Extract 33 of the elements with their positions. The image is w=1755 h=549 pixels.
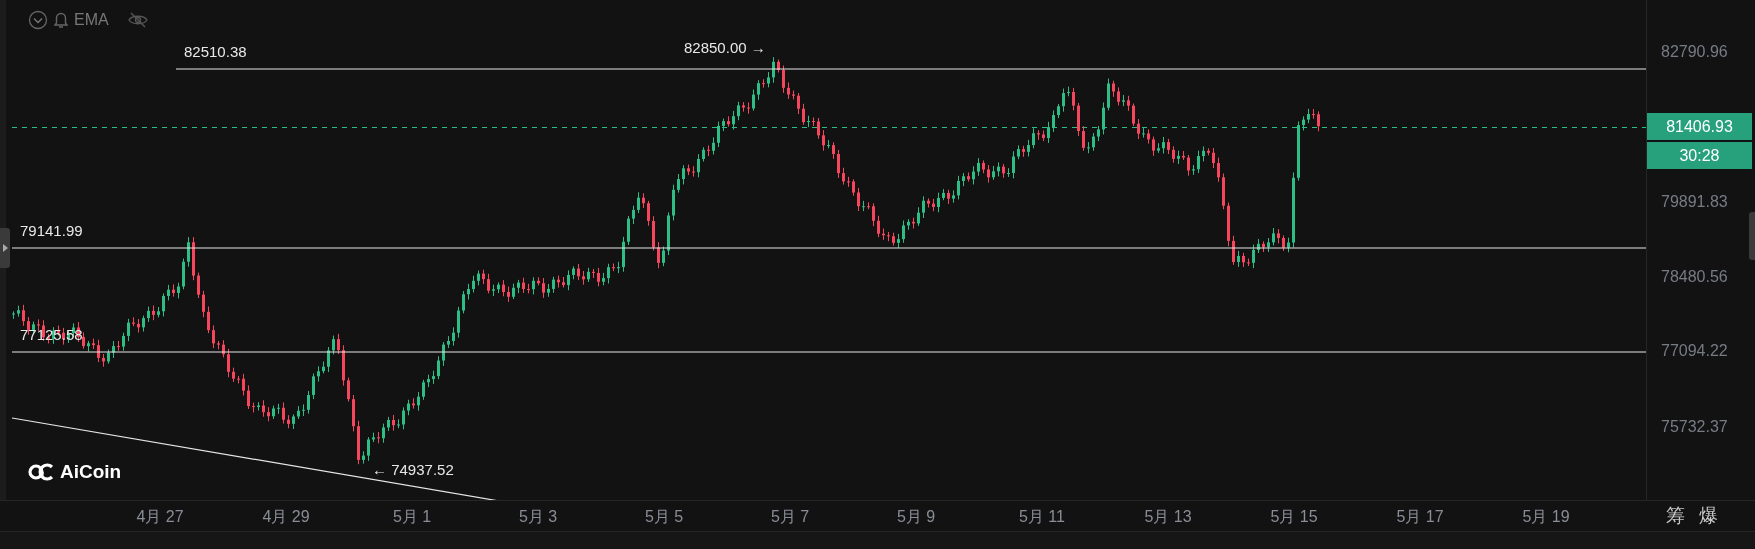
logo-text: AiCoin (60, 461, 122, 483)
date-tick-label: 5月 7 (770, 507, 810, 527)
price-tick-label: 82790.96 (1661, 43, 1728, 61)
date-tick-label: 5月 13 (1144, 507, 1192, 527)
bell-icon[interactable] (52, 10, 70, 30)
level-price-label: 79141.99 (20, 222, 83, 239)
date-tick-label: 4月 27 (136, 507, 184, 527)
date-tick-label: 5月 11 (1019, 507, 1065, 527)
date-tick-label: 5月 3 (518, 507, 558, 527)
date-tick-label: 5月 1 (392, 507, 432, 527)
countdown-tag: 30:28 (1647, 142, 1752, 169)
indicator-label[interactable]: EMA (74, 11, 109, 29)
date-tick-label: 5月 5 (644, 507, 684, 527)
price-tick-label: 78480.56 (1661, 268, 1728, 286)
price-tick-label: 77094.22 (1661, 342, 1728, 360)
date-tick-label: 5月 9 (896, 507, 936, 527)
high-price-label: 82850.00 → (684, 39, 766, 56)
chart-tool-button[interactable]: 筹 (1666, 503, 1685, 529)
date-tick-label: 5月 17 (1396, 507, 1444, 527)
collapse-icon[interactable] (28, 10, 48, 30)
chart-tool-button[interactable]: 爆 (1699, 503, 1718, 529)
date-tick-label: 4月 29 (262, 507, 310, 527)
low-price-label: ← 74937.52 (372, 461, 454, 478)
date-tick-label: 5月 15 (1270, 507, 1318, 527)
last-price-tag: 81406.93 (1647, 113, 1752, 140)
logo-icon (28, 462, 56, 482)
eye-slash-icon[interactable] (126, 11, 149, 29)
date-tick-label: 5月 19 (1522, 507, 1570, 527)
price-tick-label: 79891.83 (1661, 193, 1728, 211)
level-price-label: 82510.38 (184, 43, 247, 60)
right-panel-handle[interactable] (1749, 212, 1755, 260)
left-panel-handle[interactable] (0, 228, 10, 268)
price-tick-label: 75732.37 (1661, 418, 1728, 436)
